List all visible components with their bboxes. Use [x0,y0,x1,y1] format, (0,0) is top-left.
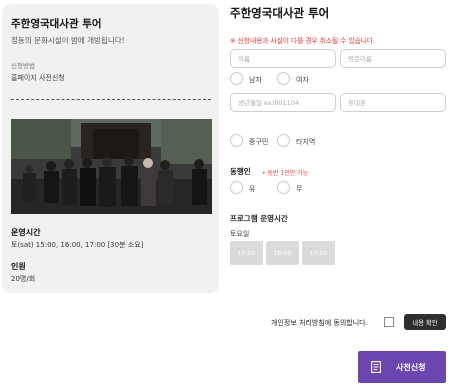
region-other-label: 타지역 [296,138,316,146]
phone-input[interactable] [340,93,446,112]
time-slot-1500-button[interactable]: 15:00 [230,241,263,265]
apply-button[interactable]: 사전신청 [358,351,446,383]
time-slot-1700-button[interactable]: 17:00 [302,241,335,265]
time-slot-1600-button[interactable]: 16:00 [266,241,299,265]
application-method-value: 홈페이지 사전신청 [11,74,65,82]
event-info-card: 주한영국대사관 투어 정동의 문화시설이 밤에 개방됩니다! 신청방법 홈페이지… [2,4,219,293]
form-notice: ※ 신청내용과 사실이 다를 경우 취소될 수 있습니다. [230,37,376,45]
operation-time-title: 운영시간 [11,228,41,237]
companion-label: 동행인 [230,167,251,176]
name-input[interactable] [230,49,336,68]
privacy-consent-text: 개인정보 처리방침에 동의합니다. [271,319,368,327]
event-title: 주한영국대사관 투어 [11,18,102,30]
companion-yes-label: 유 [249,185,256,193]
application-method-label: 신청방법 [11,62,35,70]
privacy-consent-checkbox[interactable] [384,317,394,327]
region-other-radio[interactable] [277,134,290,147]
companion-no-label: 무 [296,185,303,193]
apply-button-label: 사전신청 [396,362,426,372]
event-subtitle: 정동의 문화시설이 밤에 개방됩니다! [11,36,125,45]
saturday-label: 토요일 [230,230,250,238]
english-name-input[interactable] [340,49,446,68]
region-junggu-radio[interactable] [230,134,243,147]
dashed-divider [11,99,211,100]
gender-female-label: 여자 [296,76,309,84]
document-icon [371,361,381,373]
companion-no-radio[interactable] [277,181,290,194]
operation-time-value: 토(sat) 15:00, 16:00, 17:00 [30분 소요] [11,241,144,249]
form-title: 주한영국대사관 투어 [230,6,330,20]
program-time-label: 프로그램 운영시간 [230,214,288,223]
view-policy-button[interactable]: 내용 확인 [404,314,446,330]
gender-male-label: 남자 [249,76,262,84]
companion-note: • 동반 1인만 가능 [262,170,309,177]
capacity-title: 인원 [11,262,26,271]
companion-yes-radio[interactable] [230,181,243,194]
region-junggu-label: 중구민 [249,138,269,146]
gender-female-radio[interactable] [277,72,290,85]
birthdate-input[interactable] [230,93,336,112]
capacity-value: 20명/회 [11,275,36,283]
gender-male-radio[interactable] [230,72,243,85]
event-photo [11,119,212,214]
